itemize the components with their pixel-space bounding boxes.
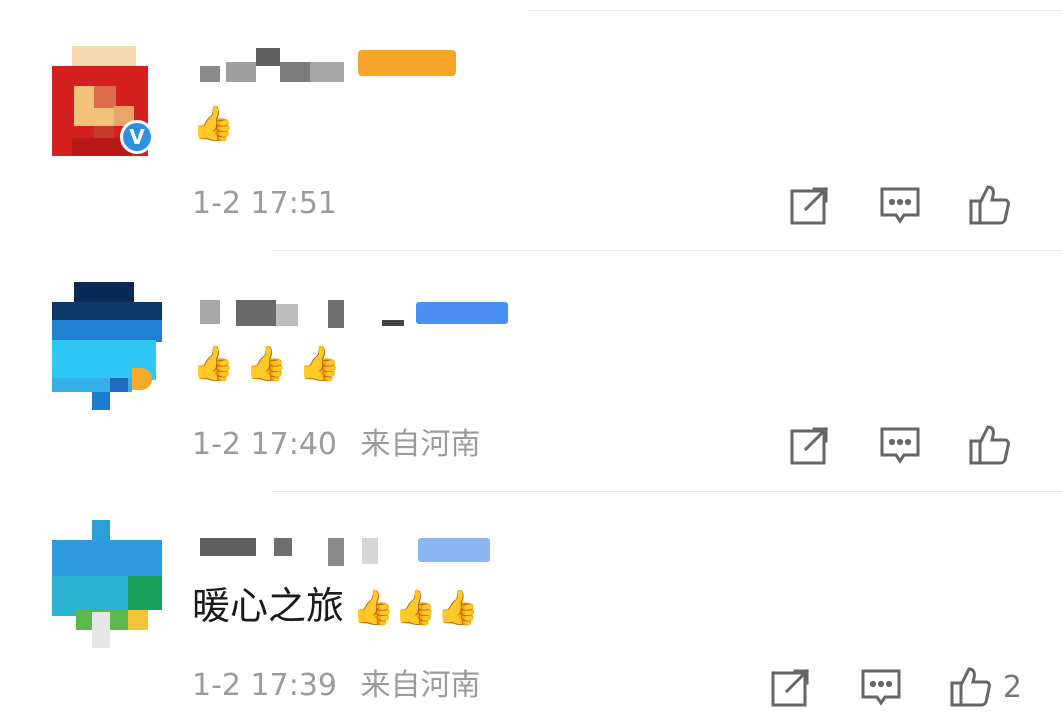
comment-meta: 1-2 17:39 来自河南	[192, 668, 481, 704]
comment-time: 1-2 17:39	[192, 668, 337, 703]
username[interactable]	[196, 538, 516, 572]
comment-actions: 2	[723, 662, 1022, 712]
comment-location: 来自河南	[360, 668, 481, 703]
thumbs-up-emoji: 👍👍👍	[352, 588, 480, 628]
comment-text: 暖心之旅 👍👍👍	[192, 584, 480, 628]
thumbs-up-icon[interactable]	[949, 665, 993, 709]
avatar[interactable]	[52, 520, 164, 648]
comment-icon[interactable]	[859, 665, 903, 709]
like-count: 2	[1002, 669, 1022, 705]
share-icon[interactable]	[769, 665, 813, 709]
comment-item-3: 暖心之旅 👍👍👍 1-2 17:39 来自河南 2	[0, 0, 1062, 728]
